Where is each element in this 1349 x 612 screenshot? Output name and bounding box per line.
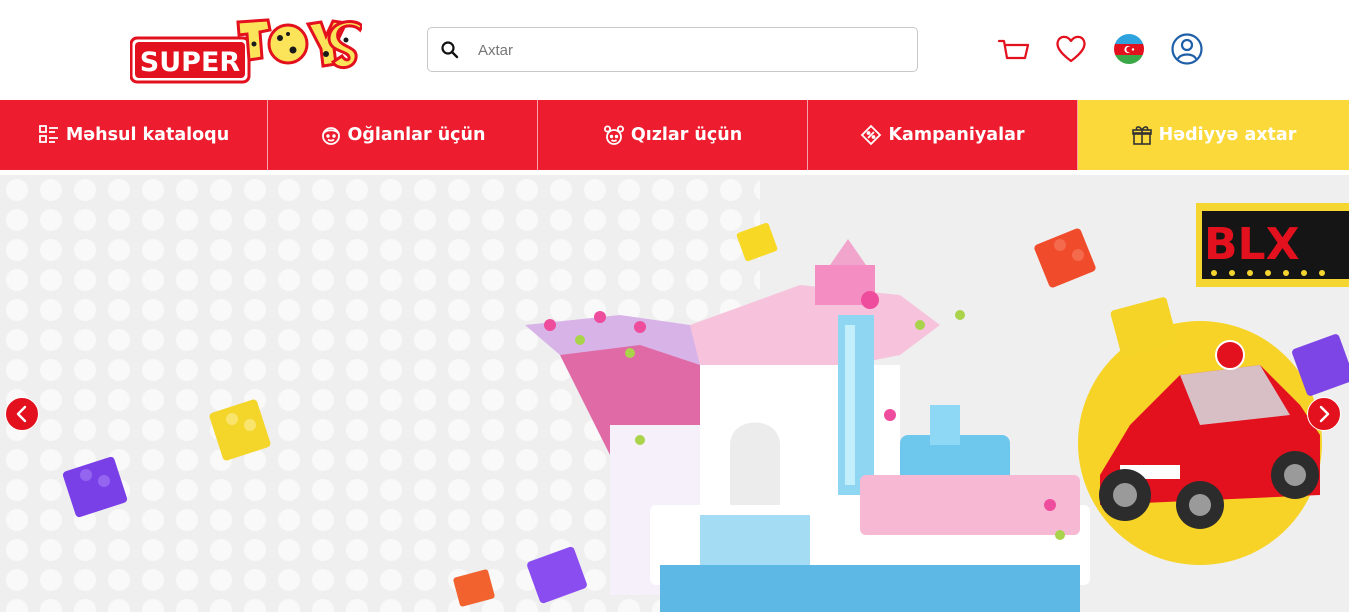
slider-prev-button[interactable] — [5, 397, 39, 431]
nav-for-boys[interactable]: Oğlanlar üçün — [268, 100, 538, 170]
hero-banner-slider[interactable]: BLX — [0, 175, 1349, 612]
nav-label: Oğlanlar üçün — [347, 125, 486, 145]
catalog-icon — [38, 125, 58, 143]
svg-text:SUPER: SUPER — [140, 47, 241, 78]
nav-label: Hədiyyə axtar — [1158, 125, 1297, 145]
supertoys-logo[interactable]: SUPER — [129, 16, 364, 84]
heart-icon[interactable] — [1054, 32, 1088, 66]
header: SUPER — [0, 0, 1349, 100]
slider-next-button[interactable] — [1307, 397, 1341, 431]
nav-label: Qızlar üçün — [630, 125, 743, 145]
search-input[interactable] — [478, 36, 898, 64]
nav-product-catalog[interactable]: Məhsul kataloqu — [0, 100, 268, 170]
nav-for-girls[interactable]: Qızlar üçün — [538, 100, 808, 170]
nav-campaigns[interactable]: Kampaniyalar — [808, 100, 1078, 170]
chevron-left-icon — [16, 405, 27, 423]
azerbaijan-flag-icon[interactable] — [1113, 32, 1147, 66]
search-bar — [427, 27, 918, 72]
nav-label: Kampaniyalar — [888, 125, 1025, 145]
nav-find-gift[interactable]: Hədiyyə axtar — [1078, 100, 1349, 170]
chevron-right-icon — [1319, 405, 1330, 423]
blx-brand-logo: BLX — [1196, 203, 1349, 287]
girl-face-icon — [603, 125, 624, 145]
banner-image: BLX — [0, 175, 1349, 612]
boy-face-icon — [321, 127, 340, 145]
svg-text:BLX: BLX — [1204, 219, 1300, 270]
gift-icon — [1131, 126, 1152, 145]
main-nav: Məhsul kataloqu Oğlanlar üçün Qızlar üçü… — [0, 100, 1349, 170]
cart-icon[interactable] — [997, 32, 1031, 66]
nav-label: Məhsul kataloqu — [65, 125, 230, 145]
user-icon[interactable] — [1170, 32, 1204, 66]
discount-tag-icon — [861, 124, 882, 146]
search-icon[interactable] — [440, 40, 460, 60]
